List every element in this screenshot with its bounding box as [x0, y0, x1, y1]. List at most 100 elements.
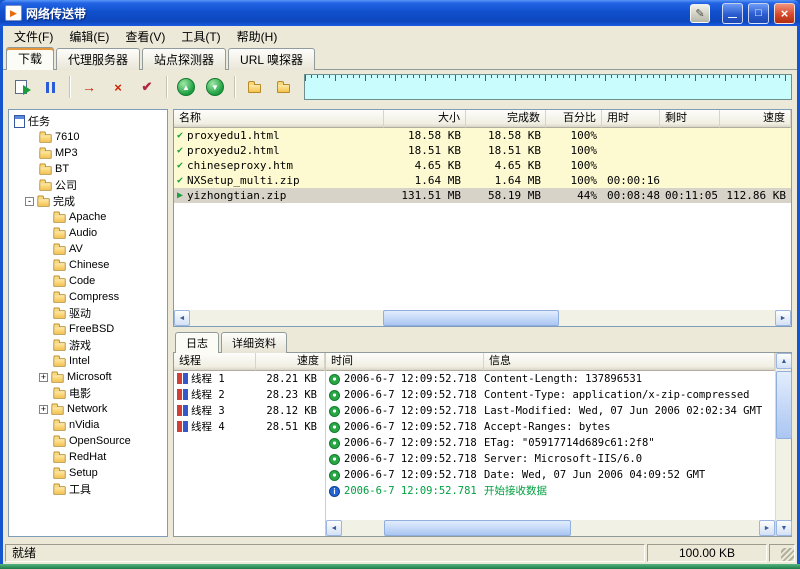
scroll-thumb[interactable]	[383, 310, 559, 326]
tree-item[interactable]: 公司	[9, 177, 167, 193]
move-up-button[interactable]: ▲	[173, 74, 199, 100]
download-row-active[interactable]: ▶yizhongtian.zip 131.51 MB 58.19 MB 44% …	[174, 188, 791, 203]
column-header-thread-speed[interactable]: 速度	[256, 353, 325, 371]
download-row[interactable]: ✔chineseproxy.htm 4.65 KB 4.65 KB 100%	[174, 158, 791, 173]
titlebar[interactable]: ▶ 网络传送带 ✎ — □ ×	[0, 0, 800, 26]
tree-item[interactable]: Intel	[9, 353, 167, 369]
maximize-button[interactable]: □	[748, 3, 769, 24]
log-row[interactable]: 2006-6-7 12:09:52.718ETag: "05917714d689…	[326, 435, 775, 451]
menu-help[interactable]: 帮助(H)	[229, 26, 286, 47]
scroll-down-button[interactable]: ▼	[776, 520, 792, 536]
thread-row[interactable]: 线程 428.51 KB	[174, 419, 325, 435]
tree-item[interactable]: Setup	[9, 465, 167, 481]
tab-site-explorer[interactable]: 站点探测器	[142, 48, 226, 70]
tab-proxy-server[interactable]: 代理服务器	[56, 48, 140, 70]
download-list-hscrollbar[interactable]: ◄ ►	[174, 310, 791, 326]
scroll-track[interactable]	[776, 369, 791, 520]
tree-item[interactable]: 游戏	[9, 337, 167, 353]
tree-item[interactable]: nVidia	[9, 417, 167, 433]
tab-download[interactable]: 下载	[6, 47, 54, 70]
column-header-thread[interactable]: 线程	[174, 353, 256, 371]
menu-edit[interactable]: 编辑(E)	[61, 26, 117, 47]
close-button[interactable]: ×	[774, 3, 795, 24]
move-down-button[interactable]: ▼	[202, 74, 228, 100]
column-header-size[interactable]: 大小	[384, 110, 466, 128]
move-task-button[interactable]: →	[76, 74, 102, 100]
scroll-right-button[interactable]: ►	[759, 520, 775, 536]
titlebar-tool-button[interactable]: ✎	[690, 4, 710, 23]
scroll-left-button[interactable]: ◄	[174, 310, 190, 326]
log-hscrollbar[interactable]: ◄ ►	[326, 520, 775, 536]
expand-icon[interactable]: +	[39, 373, 48, 382]
tree-item[interactable]: MP3	[9, 145, 167, 161]
log-row[interactable]: 2006-6-7 12:09:52.718Date: Wed, 07 Jun 2…	[326, 467, 775, 483]
tree-item[interactable]: Audio	[9, 225, 167, 241]
collapse-icon[interactable]: -	[25, 197, 34, 206]
column-header-elapsed[interactable]: 用时	[602, 110, 660, 128]
folder-icon	[248, 84, 261, 93]
tree-item[interactable]: 7610	[9, 129, 167, 145]
scroll-track[interactable]	[342, 520, 759, 536]
tab-url-sniffer[interactable]: URL 嗅探器	[228, 48, 315, 70]
log-row[interactable]: 2006-6-7 12:09:52.718Last-Modified: Wed,…	[326, 403, 775, 419]
column-header-remaining[interactable]: 剩时	[660, 110, 720, 128]
log-row[interactable]: 2006-6-7 12:09:52.718Content-Length: 137…	[326, 371, 775, 387]
tree-item-microsoft[interactable]: +Microsoft	[9, 369, 167, 385]
tree-item[interactable]: 电影	[9, 385, 167, 401]
tree-item[interactable]: OpenSource	[9, 433, 167, 449]
tree-item[interactable]: 驱动	[9, 305, 167, 321]
browse-folder-button[interactable]	[270, 74, 296, 100]
log-row[interactable]: 2006-6-7 12:09:52.718Server: Microsoft-I…	[326, 451, 775, 467]
column-header-completed[interactable]: 完成数	[466, 110, 546, 128]
pause-button[interactable]	[37, 74, 63, 100]
tree-item-completed[interactable]: -完成	[9, 193, 167, 209]
log-vscrollbar[interactable]: ▲ ▼	[775, 353, 791, 536]
cell-percent: 100%	[546, 173, 602, 188]
column-header-speed[interactable]: 速度	[720, 110, 791, 128]
tree-item[interactable]: BT	[9, 161, 167, 177]
tree-item[interactable]: Chinese	[9, 257, 167, 273]
delete-task-button[interactable]: ×	[105, 74, 131, 100]
thread-row[interactable]: 线程 228.23 KB	[174, 387, 325, 403]
scroll-up-button[interactable]: ▲	[776, 353, 792, 369]
tree-item[interactable]: RedHat	[9, 449, 167, 465]
column-header-info[interactable]: 信息	[484, 353, 775, 371]
scroll-right-button[interactable]: ►	[775, 310, 791, 326]
log-row-highlight[interactable]: i2006-6-7 12:09:52.781开始接收数据	[326, 483, 775, 499]
minimize-button[interactable]: —	[722, 3, 743, 24]
tab-details[interactable]: 详细资料	[221, 332, 287, 353]
tree-item-network[interactable]: +Network	[9, 401, 167, 417]
column-header-time[interactable]: 时间	[326, 353, 484, 371]
scroll-thumb[interactable]	[776, 371, 792, 439]
tab-log[interactable]: 日志	[175, 332, 219, 353]
menu-file[interactable]: 文件(F)	[6, 26, 61, 47]
resize-grip[interactable]	[781, 548, 794, 561]
tree-item[interactable]: AV	[9, 241, 167, 257]
bottom-tabstrip: 日志 详细资料	[173, 331, 792, 352]
menu-view[interactable]: 查看(V)	[117, 26, 173, 47]
download-row[interactable]: ✔NXSetup_multi.zip 1.64 MB 1.64 MB 100% …	[174, 173, 791, 188]
tree-item[interactable]: Compress	[9, 289, 167, 305]
thread-row[interactable]: 线程 128.21 KB	[174, 371, 325, 387]
tree-item[interactable]: Apache	[9, 209, 167, 225]
scroll-thumb[interactable]	[384, 520, 572, 536]
download-row[interactable]: ✔proxyedu2.html 18.51 KB 18.51 KB 100%	[174, 143, 791, 158]
scroll-left-button[interactable]: ◄	[326, 520, 342, 536]
menu-tools[interactable]: 工具(T)	[173, 26, 228, 47]
log-row[interactable]: 2006-6-7 12:09:52.718Accept-Ranges: byte…	[326, 419, 775, 435]
log-row[interactable]: 2006-6-7 12:09:52.718Content-Type: appli…	[326, 387, 775, 403]
download-row[interactable]: ✔proxyedu1.html 18.58 KB 18.58 KB 100%	[174, 128, 791, 143]
scroll-track[interactable]	[190, 310, 775, 326]
column-header-percent[interactable]: 百分比	[546, 110, 602, 128]
open-folder-button[interactable]	[241, 74, 267, 100]
tree-item[interactable]: FreeBSD	[9, 321, 167, 337]
expand-icon[interactable]: +	[39, 405, 48, 414]
commit-button[interactable]: ✔	[134, 74, 160, 100]
new-task-button[interactable]	[8, 74, 34, 100]
tree-item[interactable]: Code	[9, 273, 167, 289]
tree-item[interactable]: 工具	[9, 481, 167, 497]
column-header-name[interactable]: 名称	[174, 110, 384, 128]
tree-item-tasks[interactable]: 任务	[9, 113, 167, 129]
log-message: ETag: "05917714d689c61:2f8"	[484, 435, 775, 451]
thread-row[interactable]: 线程 328.12 KB	[174, 403, 325, 419]
